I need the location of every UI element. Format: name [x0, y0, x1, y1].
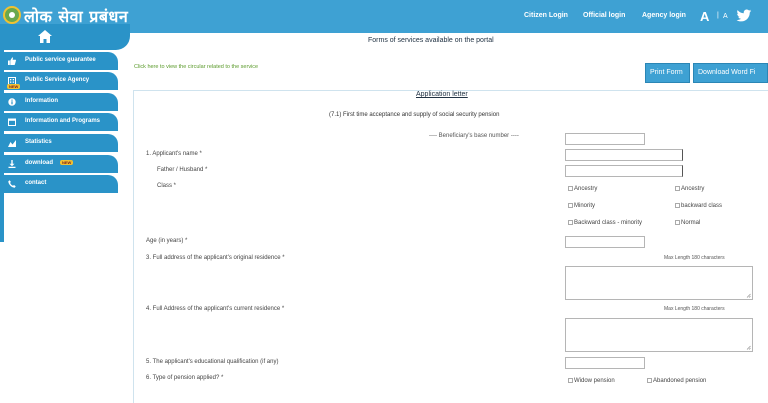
option-label: backward class: [681, 203, 723, 209]
print-form-button[interactable]: Print Form: [645, 63, 690, 83]
beneficiary-number-input[interactable]: [565, 133, 645, 145]
chart-icon: [8, 140, 16, 147]
pension-option-widow[interactable]: Widow pension: [568, 378, 615, 384]
education-input[interactable]: [565, 357, 645, 369]
sidebar-item-public-service-agency[interactable]: Public Service Agency NEW: [3, 72, 118, 90]
home-icon: [38, 30, 52, 43]
download-word-file-button[interactable]: Download Word Fi: [693, 63, 768, 83]
father-husband-label: Father / Husband *: [157, 167, 208, 173]
age-label: Age (in years) *: [146, 238, 188, 244]
new-badge: NEW: [60, 160, 74, 165]
calendar-icon: [8, 118, 16, 126]
download-icon: [8, 160, 16, 168]
father-husband-input[interactable]: [565, 165, 683, 177]
sidebar-item-label: Statistics: [25, 139, 52, 145]
sidebar-item-label: Public Service Agency: [25, 77, 90, 83]
class-option-ancestry-2[interactable]: Ancestry: [675, 186, 704, 192]
class-label: Class *: [157, 183, 177, 189]
current-address-textarea[interactable]: [565, 318, 753, 352]
official-login-link[interactable]: Official login: [583, 12, 625, 19]
option-label: Minority: [574, 203, 596, 209]
agency-login-link[interactable]: Agency login: [642, 12, 686, 19]
class-option-normal[interactable]: Normal: [675, 220, 700, 226]
applicant-name-label: 1. Applicant's name *: [146, 151, 202, 157]
pension-type-label: 6. Type of pension applied? *: [146, 375, 224, 381]
applicant-name-input[interactable]: [565, 149, 683, 161]
form-subheading: (7.1) First time acceptance and supply o…: [329, 112, 500, 118]
new-badge: NEW: [7, 84, 21, 89]
sidebar-item-label: contact: [25, 180, 47, 186]
class-option-backward-class[interactable]: backward class: [675, 203, 722, 209]
sidebar-item-information-and-programs[interactable]: Information and Programs: [3, 113, 118, 131]
phone-icon: [8, 180, 16, 188]
sidebar: Public service guarantee Public Service …: [0, 24, 130, 403]
max-length-note: Max Length 180 characters: [664, 306, 725, 312]
option-label: Normal: [681, 220, 701, 226]
option-label: Ancestry: [681, 186, 705, 192]
twitter-icon[interactable]: [736, 9, 752, 23]
beneficiary-number-label: ---- Beneficiary's base number ----: [429, 133, 519, 139]
home-button[interactable]: [0, 24, 130, 50]
sidebar-item-label: Information and Programs: [25, 118, 101, 124]
font-decrease-button[interactable]: A: [723, 13, 728, 20]
original-address-label: 3. Full address of the applicant's origi…: [146, 255, 285, 261]
circular-link[interactable]: Click here to view the circular related …: [134, 64, 258, 70]
sidebar-item-download[interactable]: download NEW: [3, 155, 118, 173]
resize-grip-icon[interactable]: [746, 293, 751, 298]
age-input[interactable]: [565, 236, 645, 248]
thumbs-up-icon: [8, 57, 16, 65]
citizen-login-link[interactable]: Citizen Login: [524, 12, 568, 19]
option-label: Backward class - minority: [574, 220, 643, 226]
max-length-note: Max Length 180 characters: [664, 255, 725, 261]
application-letter-heading: Application letter: [416, 91, 468, 98]
option-label: Ancestry: [574, 186, 598, 192]
site-logo[interactable]: [3, 6, 21, 24]
class-option-ancestry[interactable]: Ancestry: [568, 186, 597, 192]
option-label: Widow pension: [574, 378, 615, 384]
sidebar-item-label: download: [25, 160, 53, 166]
class-option-minority[interactable]: Minority: [568, 203, 595, 209]
sidebar-item-public-service-guarantee[interactable]: Public service guarantee: [3, 52, 118, 70]
original-address-textarea[interactable]: [565, 266, 753, 300]
font-size-separator: |: [717, 12, 719, 19]
pension-option-abandoned[interactable]: Abandoned pension: [647, 378, 706, 384]
education-label: 5. The applicant's educational qualifica…: [146, 359, 279, 365]
class-option-backward-minority[interactable]: Backward class - minority: [568, 220, 642, 226]
sidebar-item-label: Public service guarantee: [25, 57, 96, 63]
resize-grip-icon[interactable]: [746, 345, 751, 350]
sidebar-item-label: Information: [25, 98, 58, 104]
sidebar-item-contact[interactable]: contact: [3, 175, 118, 193]
current-address-label: 4. Full Address of the applicant's curre…: [146, 306, 285, 312]
sidebar-item-statistics[interactable]: Statistics: [3, 134, 118, 152]
info-icon: [8, 98, 16, 106]
option-label: Abandoned pension: [653, 378, 707, 384]
font-increase-button[interactable]: A: [700, 9, 709, 24]
page-title: Forms of services available on the porta…: [368, 37, 494, 44]
sidebar-item-information[interactable]: Information: [3, 93, 118, 111]
